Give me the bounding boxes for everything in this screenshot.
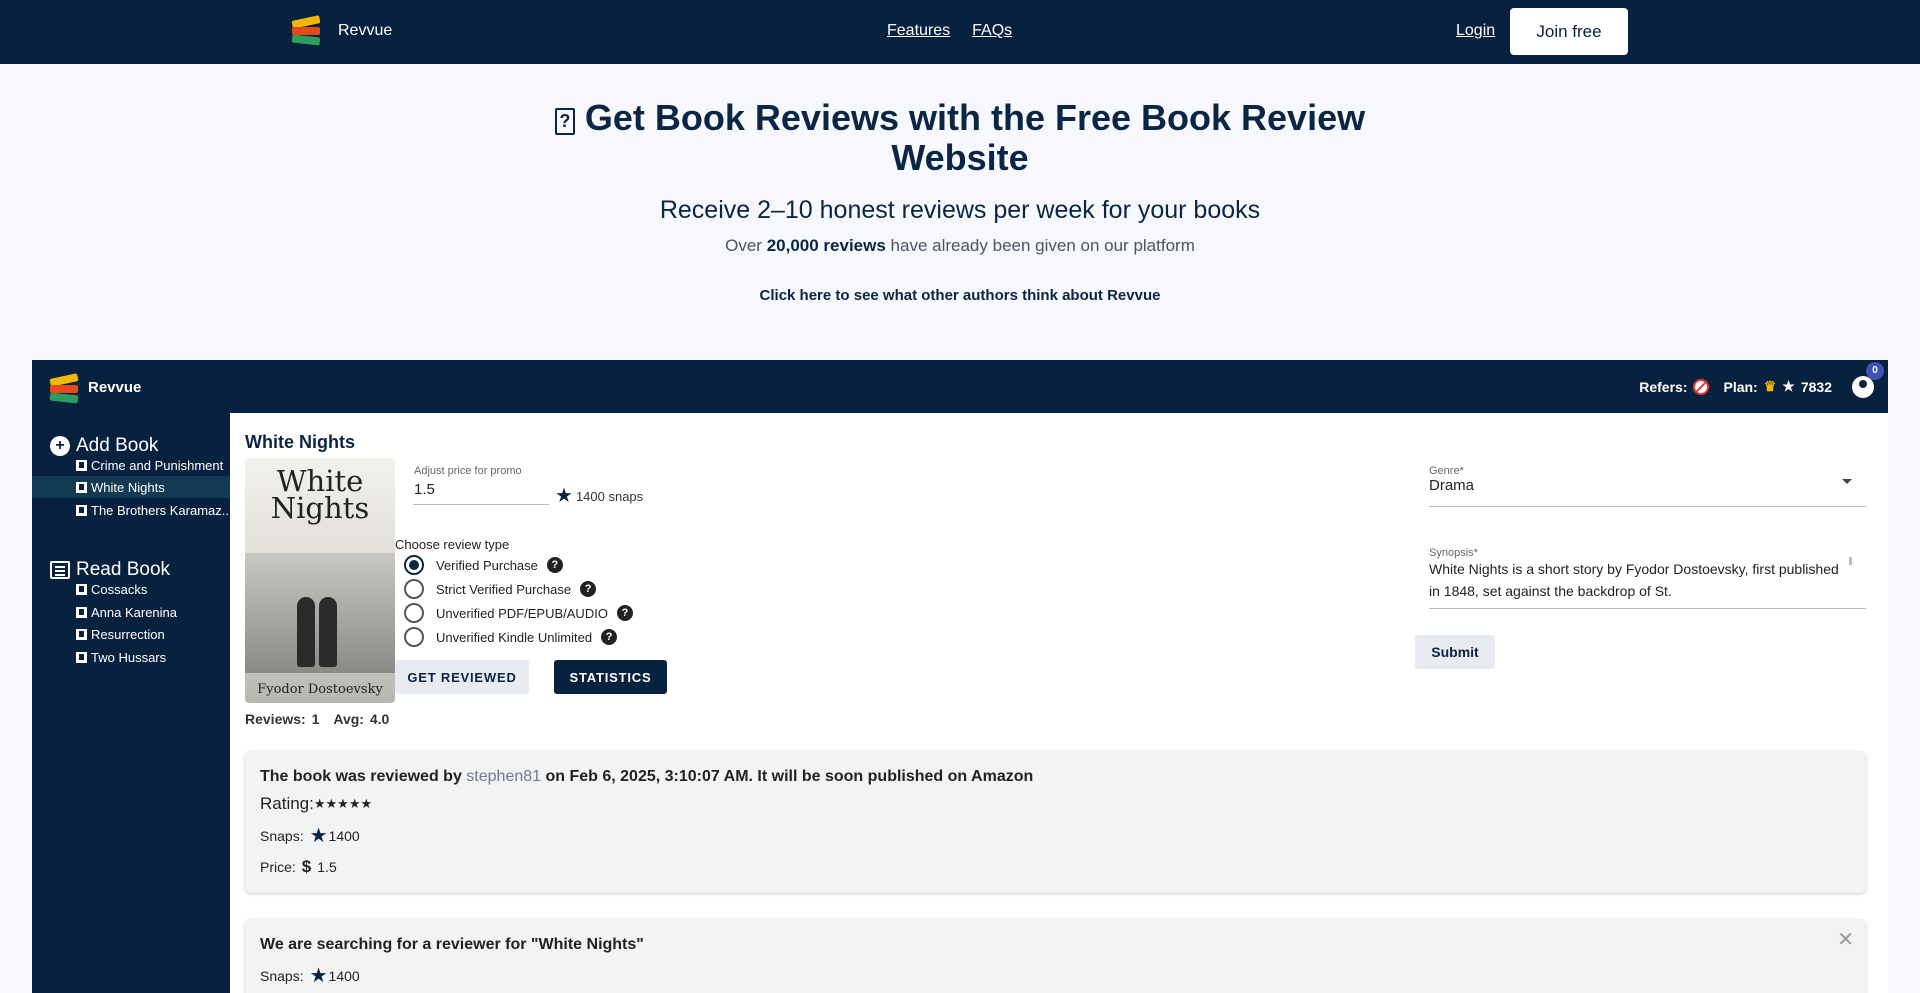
rating-stars: ★★★★★ xyxy=(313,796,373,811)
app-preview: Revvue Refers: Plan: ♛ ★ 7832 0 + Add Bo… xyxy=(32,360,1888,993)
book-icon xyxy=(76,583,87,595)
library-icon xyxy=(50,561,70,579)
close-icon[interactable]: ✕ xyxy=(1837,927,1854,952)
books-logo-icon xyxy=(290,14,324,48)
snaps-row: Snaps: ★ 1400 xyxy=(260,825,360,847)
reviewer-link[interactable]: stephen81 xyxy=(466,768,541,785)
sidebar: + Add Book Crime and Punishment White Ni… xyxy=(32,413,230,993)
star-icon: ★ xyxy=(309,965,328,987)
app-brand-name: Revvue xyxy=(88,378,142,396)
synopsis-value: White Nights is a short story by Fyodor … xyxy=(1429,561,1839,599)
brand[interactable]: Revvue xyxy=(290,14,392,48)
books-logo-icon xyxy=(48,372,79,404)
radio-unverified-pdf[interactable]: Unverified PDF/EPUB/AUDIO? xyxy=(404,603,633,623)
sidebar-book-brothers-karamazov[interactable]: The Brothers Karamaz... xyxy=(32,499,230,521)
radio-button[interactable] xyxy=(404,603,424,623)
submit-button[interactable]: Submit xyxy=(1415,635,1495,669)
plus-circle-icon: + xyxy=(50,436,70,456)
sidebar-book-crime-and-punishment[interactable]: Crime and Punishment xyxy=(32,454,230,476)
synopsis-textarea[interactable]: White Nights is a short story by Fyodor … xyxy=(1429,539,1866,609)
review-type-label: Choose review type xyxy=(395,537,510,552)
genre-value: Drama xyxy=(1429,477,1475,494)
snaps-total: 7832 xyxy=(1800,378,1832,395)
join-free-button[interactable]: Join free xyxy=(1510,8,1628,55)
cover-figure xyxy=(297,597,315,667)
star-icon: ★ xyxy=(1782,378,1795,394)
cover-author: Fyodor Dostoevsky xyxy=(257,682,383,697)
sidebar-read-cossacks[interactable]: Cossacks xyxy=(32,578,230,600)
nav-links: Features FAQs xyxy=(887,22,1012,40)
statistics-button[interactable]: STATISTICS xyxy=(554,660,667,694)
book-icon xyxy=(76,606,87,618)
price-input[interactable]: 1.5 xyxy=(413,481,549,505)
no-refer-icon xyxy=(1693,378,1710,395)
radio-button[interactable] xyxy=(404,627,424,647)
sidebar-read-anna-karenina[interactable]: Anna Karenina xyxy=(32,601,230,623)
book-icon xyxy=(76,628,87,640)
review-summary: Reviews: 1 Avg: 4.0 xyxy=(245,711,390,727)
crown-icon[interactable]: ♛ xyxy=(1764,378,1777,395)
sidebar-book-white-nights[interactable]: White Nights xyxy=(32,476,230,498)
book-detail: White Nights White Nights Fyodor Dostoevs… xyxy=(230,413,1888,993)
help-icon[interactable]: ? xyxy=(546,557,563,573)
plan-label: Plan: xyxy=(1723,378,1758,395)
book-icon xyxy=(76,459,87,471)
star-icon: ★ xyxy=(309,825,328,847)
dollar-icon: $ xyxy=(301,857,312,876)
review-card-header: The book was reviewed by stephen81 on Fe… xyxy=(260,768,1034,785)
refers-label: Refers: xyxy=(1639,378,1688,395)
cover-figure xyxy=(319,597,337,667)
nav-link-faqs[interactable]: FAQs xyxy=(972,22,1012,40)
login-link[interactable]: Login xyxy=(1456,22,1495,40)
app-topbar-right: Refers: Plan: ♛ ★ 7832 0 xyxy=(1639,360,1888,413)
book-icon xyxy=(76,504,87,516)
testimonials-link[interactable]: Click here to see what other authors thi… xyxy=(0,287,1920,304)
radio-button[interactable] xyxy=(404,579,424,599)
radio-strict-verified-purchase[interactable]: Strict Verified Purchase? xyxy=(404,579,597,599)
book-title: White Nights xyxy=(245,432,355,452)
help-icon[interactable]: ? xyxy=(601,629,618,645)
missing-glyph-icon: ? xyxy=(554,108,575,135)
chevron-down-icon xyxy=(1842,479,1852,484)
star-icon: ★ xyxy=(555,485,573,507)
book-icon xyxy=(76,651,87,663)
book-cover: White Nights Fyodor Dostoevsky xyxy=(245,458,395,703)
snaps-info: ★ 1400 snaps xyxy=(555,485,644,507)
hero-subtitle: Receive 2–10 honest reviews per week for… xyxy=(659,196,1261,224)
review-card: The book was reviewed by stephen81 on Fe… xyxy=(245,751,1866,893)
snaps-row: Snaps: ★ 1400 xyxy=(260,965,360,987)
genre-select[interactable]: Drama xyxy=(1429,457,1866,507)
hero-stat: Over 20,000 reviews have already been gi… xyxy=(725,236,1195,255)
brand-name: Revvue xyxy=(338,22,393,39)
search-card-text: We are searching for a reviewer for "Whi… xyxy=(260,936,644,953)
hero-title: ? Get Book Reviews with the Free Book Rev… xyxy=(550,98,1370,178)
radio-unverified-kindle[interactable]: Unverified Kindle Unlimited? xyxy=(404,627,618,647)
top-navbar: Revvue Features FAQs Login Join free xyxy=(0,0,1920,64)
rating-row: Rating: ★★★★★ xyxy=(260,794,373,813)
cover-title: White Nights xyxy=(270,464,370,525)
price-row: Price: $1.5 xyxy=(260,857,337,876)
help-icon[interactable]: ? xyxy=(616,605,633,621)
get-reviewed-button[interactable]: GET REVIEWED xyxy=(395,660,529,694)
notification-badge: 0 xyxy=(1866,361,1884,380)
search-card: We are searching for a reviewer for "Whi… xyxy=(245,919,1866,993)
radio-button[interactable] xyxy=(404,555,424,575)
scrollbar[interactable] xyxy=(1849,557,1852,565)
hero-section: ? Get Book Reviews with the Free Book Rev… xyxy=(0,64,1920,304)
app-brand[interactable]: Revvue xyxy=(48,372,142,404)
book-icon xyxy=(76,481,87,493)
app-topbar: Revvue Refers: Plan: ♛ ★ 7832 0 xyxy=(32,360,1888,413)
account-icon[interactable]: 0 xyxy=(1852,361,1884,398)
nav-link-features[interactable]: Features xyxy=(887,22,950,40)
price-label: Adjust price for promo xyxy=(414,465,522,477)
help-icon[interactable]: ? xyxy=(580,581,597,597)
sidebar-read-two-hussars[interactable]: Two Hussars xyxy=(32,646,230,668)
sidebar-read-resurrection[interactable]: Resurrection xyxy=(32,623,230,645)
radio-verified-purchase[interactable]: Verified Purchase? xyxy=(404,555,563,575)
